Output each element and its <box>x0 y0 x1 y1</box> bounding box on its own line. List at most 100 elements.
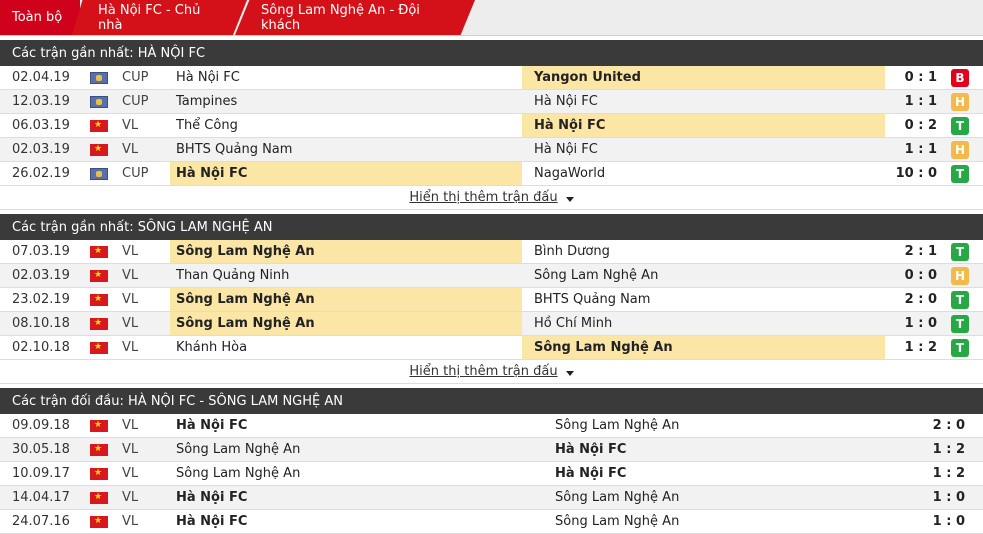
section-title: Các trận gần nhất: HÀ NỘI FC <box>0 36 983 66</box>
score: 1 : 0 <box>904 316 937 331</box>
home-team[interactable]: Hà Nội FC <box>170 66 522 89</box>
flag-cell <box>90 293 122 306</box>
score: 0 : 2 <box>904 118 937 133</box>
match-row[interactable]: 09.09.18 VL Hà Nội FCSông Lam Nghệ An 2 : 0 <box>0 414 983 438</box>
match-row[interactable]: 26.02.19 CUP Hà Nội FC NagaWorld 10 : 0 T <box>0 162 983 186</box>
vietnam-flag-icon <box>90 419 108 432</box>
match-date: 09.09.18 <box>12 418 70 433</box>
match-row[interactable]: 06.03.19 VL Thể CôngHà Nội FC 0 : 2 T <box>0 114 983 138</box>
vietnam-flag-icon <box>90 119 108 132</box>
tab-all[interactable]: Toàn bộ <box>0 0 80 35</box>
match-date: 14.04.17 <box>12 490 70 505</box>
competition: VL <box>122 292 139 307</box>
match-row[interactable]: 02.10.18 VL Khánh HòaSông Lam Nghệ An 1 : 2… <box>0 336 983 360</box>
home-team[interactable]: Sông Lam Nghệ An <box>170 462 543 485</box>
match-row[interactable]: 24.07.16VLHà Nội FCSông Lam Nghệ An1 : 0 <box>0 510 983 534</box>
match-row[interactable]: 23.02.19 VL Sông Lam Nghệ AnBHTS Quảng Nam… <box>0 288 983 312</box>
score: 0 : 1 <box>904 70 937 85</box>
result-badge: B <box>951 68 969 87</box>
score: 1 : 1 <box>904 94 937 109</box>
home-team[interactable]: Hà Nội FC <box>170 414 543 437</box>
score: 10 : 0 <box>895 166 937 181</box>
match-row[interactable]: 30.05.18 VL Sông Lam Nghệ AnHà Nội FC 1 : 2 <box>0 438 983 462</box>
flag-cell <box>90 71 122 84</box>
filter-tabs: Toàn bộ Hà Nội FC - Chủ nhà Sông Lam Ngh… <box>0 0 983 36</box>
home-team[interactable]: Sông Lam Nghệ An <box>170 438 543 461</box>
tab-home[interactable]: Hà Nội FC - Chủ nhà <box>72 0 247 35</box>
show-more-row: Hiển thị thêm trận đấu <box>0 360 983 384</box>
tab-away[interactable]: Sông Lam Nghệ An - Đội khách <box>235 0 475 35</box>
competition: VL <box>122 442 139 457</box>
away-team[interactable]: Hà Nội FC <box>543 438 905 461</box>
competition: VL <box>122 268 139 283</box>
show-more-link[interactable]: Hiển thị thêm trận đấu <box>409 190 557 205</box>
away-team[interactable]: Hà Nội FC <box>522 114 885 137</box>
score: 1 : 1 <box>904 142 937 157</box>
result-badge: H <box>951 266 969 285</box>
home-team[interactable]: Sông Lam Nghệ An <box>170 288 522 311</box>
flag-cell <box>90 443 122 456</box>
away-team[interactable]: Hà Nội FC <box>522 90 885 113</box>
flag-cell <box>90 269 122 282</box>
world-flag-icon <box>90 71 108 84</box>
score: 1 : 0 <box>932 490 965 505</box>
home-team[interactable]: Hà Nội FC <box>170 486 543 509</box>
away-team[interactable]: Bình Dương <box>522 240 885 263</box>
match-date: 30.05.18 <box>12 442 70 457</box>
vietnam-flag-icon <box>90 443 108 456</box>
home-team[interactable]: Than Quảng Ninh <box>170 264 522 287</box>
result-badge: H <box>951 140 969 159</box>
home-team[interactable]: Khánh Hòa <box>170 336 522 359</box>
away-team[interactable]: Sông Lam Nghệ An <box>543 486 905 509</box>
flag-cell <box>90 341 122 354</box>
home-team[interactable]: BHTS Quảng Nam <box>170 138 522 161</box>
match-row[interactable]: 14.04.17 VL Hà Nội FCSông Lam Nghệ An 1 : 0 <box>0 486 983 510</box>
home-team[interactable]: Hà Nội FC <box>170 510 543 533</box>
competition: VL <box>122 316 139 331</box>
match-date: 02.10.18 <box>12 340 70 355</box>
caret-down-icon[interactable] <box>565 196 574 202</box>
away-team[interactable]: Hà Nội FC <box>522 138 885 161</box>
vietnam-flag-icon <box>90 515 108 528</box>
match-row[interactable]: 02.03.19 VL Than Quảng NinhSông Lam Nghệ A… <box>0 264 983 288</box>
away-team[interactable]: NagaWorld <box>522 162 885 185</box>
away-team[interactable]: Sông Lam Nghệ An <box>522 264 885 287</box>
flag-cell <box>90 95 122 108</box>
vietnam-flag-icon <box>90 269 108 282</box>
home-team[interactable]: Sông Lam Nghệ An <box>170 312 522 335</box>
flag-cell <box>90 467 122 480</box>
match-row[interactable]: 07.03.19 VL Sông Lam Nghệ AnBình Dương 2 : … <box>0 240 983 264</box>
match-row[interactable]: 08.10.18 VL Sông Lam Nghệ AnHồ Chí Minh 1 :… <box>0 312 983 336</box>
away-team[interactable]: Sông Lam Nghệ An <box>543 414 905 437</box>
away-team[interactable]: Hồ Chí Minh <box>522 312 885 335</box>
match-row[interactable]: 02.04.19 CUP Hà Nội FC Yangon United 0 : 1 B <box>0 66 983 90</box>
flag-cell <box>90 419 122 432</box>
section-2: Các trận gần nhất: SÔNG LAM NGHỆ AN 07.03… <box>0 210 983 384</box>
match-row[interactable]: 02.03.19 VL BHTS Quảng NamHà Nội FC 1 : 1 H <box>0 138 983 162</box>
home-team[interactable]: Hà Nội FC <box>170 162 522 185</box>
away-team[interactable]: Hà Nội FC <box>543 462 905 485</box>
section-1: Các trận gần nhất: HÀ NỘI FC 02.04.19 CUP H… <box>0 36 983 210</box>
match-date: 02.03.19 <box>12 142 70 157</box>
result-badge: H <box>951 92 969 111</box>
match-date: 06.03.19 <box>12 118 70 133</box>
away-team[interactable]: Sông Lam Nghệ An <box>522 336 885 359</box>
away-team[interactable]: Sông Lam Nghệ An <box>543 510 905 533</box>
match-date: 07.03.19 <box>12 244 70 259</box>
section-3: Các trận đối đầu: HÀ NỘI FC - SÔNG LAM N… <box>0 384 983 534</box>
home-team[interactable]: Thể Công <box>170 114 522 137</box>
away-team[interactable]: BHTS Quảng Nam <box>522 288 885 311</box>
home-team[interactable]: Tampines <box>170 90 522 113</box>
match-row[interactable]: 12.03.19 CUP Tampines Hà Nội FC 1 : 1 H <box>0 90 983 114</box>
match-date: 23.02.19 <box>12 292 70 307</box>
vietnam-flag-icon <box>90 341 108 354</box>
caret-down-icon[interactable] <box>565 370 574 376</box>
flag-cell <box>90 167 122 180</box>
result-badge: T <box>951 242 969 261</box>
away-team[interactable]: Yangon United <box>522 66 885 89</box>
show-more-link[interactable]: Hiển thị thêm trận đấu <box>409 364 557 379</box>
home-team[interactable]: Sông Lam Nghệ An <box>170 240 522 263</box>
match-date: 10.09.17 <box>12 466 70 481</box>
match-date: 08.10.18 <box>12 316 70 331</box>
match-row[interactable]: 10.09.17 VL Sông Lam Nghệ AnHà Nội FC 1 : 2 <box>0 462 983 486</box>
